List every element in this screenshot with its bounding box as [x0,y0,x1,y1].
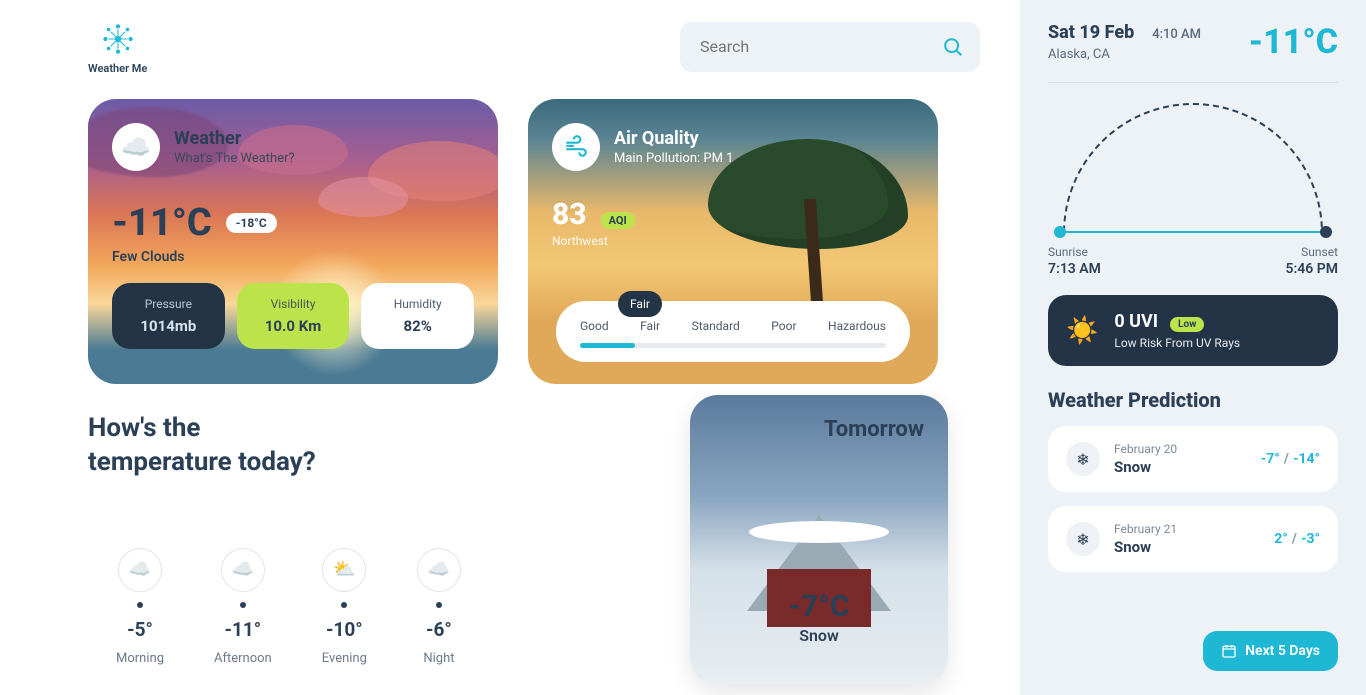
header: Weather Me [88,18,980,75]
aq-current-level: Fair [618,291,662,317]
calendar-icon [1221,643,1237,659]
visibility-stat: Visibility 10.0 Km [237,283,350,349]
timeslot-afternoon[interactable]: ☁️ -11° Afternoon [214,548,272,666]
timeslot-night[interactable]: ☁️ -6° Night [417,548,461,666]
prediction-title: Weather Prediction [1048,388,1338,412]
search-box [680,22,980,72]
weather-subtitle: What's The Weather? [174,151,295,166]
cloud-icon: ☁️ [118,548,162,592]
current-temp: -11°C [112,201,212,245]
uvi-card: ☀️ 0 UVI Low Low Risk From UV Rays [1048,295,1338,366]
cloud-icon: ☁️ [417,548,461,592]
cloud-icon: ☁️ [112,123,160,171]
search-icon[interactable] [942,36,964,58]
humidity-stat: Humidity 82% [361,283,474,349]
aqi-badge: AQI [601,212,635,229]
weather-title: Weather [174,128,295,149]
cloud-icon: ☁️ [221,548,265,592]
location: Alaska, CA [1048,47,1201,62]
snow-icon: ❄ [1066,442,1100,476]
tomorrow-title: Tomorrow [824,417,924,442]
sidebar-temp: -11°C [1249,22,1338,62]
prediction-item[interactable]: ❄ February 20 Snow -7°/-14° [1048,426,1338,492]
uvi-sub: Low Risk From UV Rays [1114,336,1240,350]
aq-direction: Northwest [552,234,914,248]
sunrise-time: Sunrise7:13 AM [1048,243,1101,277]
weather-desc: Few Clouds [88,245,498,265]
snow-icon: ❄ [1066,522,1100,556]
sun-icon: ☀️ [1066,316,1098,346]
weather-card: ☁️ Weather What's The Weather? -11°C -18… [88,99,498,384]
partly-cloudy-icon: ⛅ [322,548,366,592]
timeslot-morning[interactable]: ☁️ -5° Morning [116,548,164,666]
sidebar: Sat 19 Feb 4:10 AM Alaska, CA -11°C Sunr… [1020,0,1366,695]
current-date: Sat 19 Feb [1048,22,1134,43]
aq-scale: Fair Good Fair Standard Poor Hazardous [556,301,910,362]
uvi-badge: Low [1170,317,1204,332]
aq-title: Air Quality [614,128,733,149]
logo-text: Weather Me [88,62,147,75]
feels-like-temp: -18°C [226,213,277,233]
wind-icon [552,123,600,171]
current-time: 4:10 AM [1152,27,1201,42]
aqi-value: 83 [552,197,587,232]
sunset-time: Sunset5:46 PM [1285,243,1338,277]
prediction-item[interactable]: ❄ February 21 Snow 2°/-3° [1048,506,1338,572]
air-quality-card: Air Quality Main Pollution: PM 1 83 AQI … [528,99,938,384]
aq-subtitle: Main Pollution: PM 1 [614,151,733,166]
tomorrow-temp: -7°C [788,589,849,624]
timeslot-evening[interactable]: ⛅ -10° Evening [322,548,367,666]
logo[interactable]: Weather Me [88,18,147,75]
uvi-value: 0 UVI [1114,311,1158,332]
next-5-days-button[interactable]: Next 5 Days [1203,631,1338,671]
pressure-stat: Pressure 1014mb [112,283,225,349]
snowflake-logo-icon [97,18,139,60]
tomorrow-desc: Snow [788,626,849,645]
tomorrow-card[interactable]: Tomorrow -7°C Snow [690,395,948,685]
search-input[interactable] [680,22,980,72]
sun-arc [1048,103,1338,233]
